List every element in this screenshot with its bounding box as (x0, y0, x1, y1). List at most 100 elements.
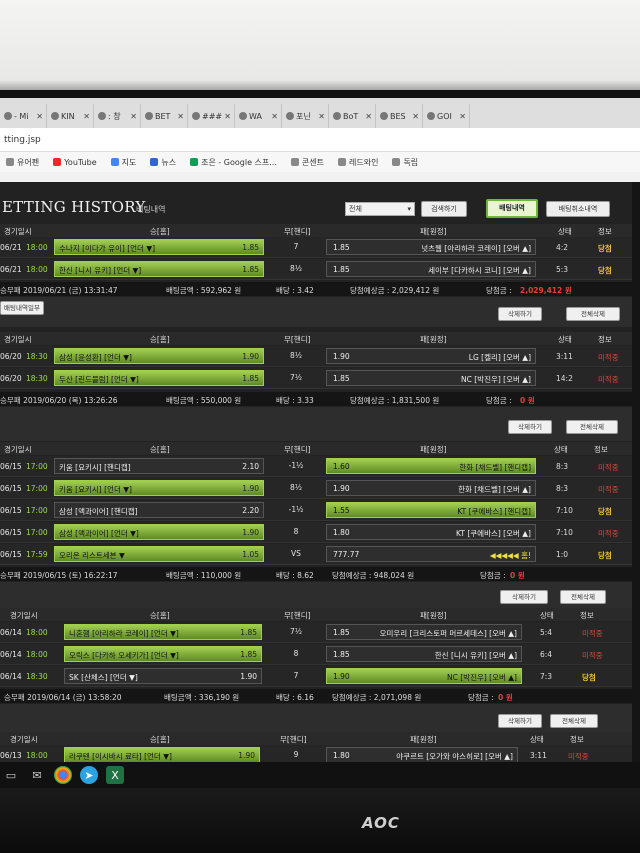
away-pick[interactable]: 1.90 한화 [채드벨] [오버 ▲] (326, 480, 536, 496)
delete-all-button[interactable]: 전체삭제 (566, 307, 620, 321)
bookmark-item[interactable]: 뉴스 (150, 157, 176, 168)
page-title: ETTING HISTORY (2, 198, 146, 216)
home-pick[interactable]: 키움 [요키시] [언더 ▼] 1.90 (54, 480, 264, 496)
away-pick[interactable]: 1.85 세이부 [다카하시 코니] [오버 ▲] (326, 261, 536, 277)
delete-all-button[interactable]: 전체삭제 (566, 420, 618, 434)
delete-button[interactable]: 삭제하기 (498, 307, 542, 321)
handicap-value: -1½ (288, 461, 304, 470)
browser-tab[interactable]: BES ✕ (376, 104, 423, 128)
home-pick[interactable]: SK [산체스] [언더 ▼] 1.90 (64, 668, 262, 684)
browser-tab[interactable]: 포닌 ✕ (282, 104, 329, 128)
status-badge: 당첨 (598, 551, 612, 560)
bookmark-item[interactable]: 독립 (392, 157, 418, 168)
away-pick[interactable]: 1.85 넛츠웹 [아리하라 코레이] [오버 ▲] (326, 239, 536, 255)
status-badge: 미적중 (598, 463, 619, 472)
away-pick[interactable]: 1.80 야쿠르트 [오가와 야스히로] [오버 ▲] (326, 747, 518, 762)
filter-select[interactable]: 전체 (345, 202, 415, 216)
home-pick[interactable]: 니혼햄 [아리하라 코레이] [언더 ▼] 1.85 (64, 624, 262, 640)
bookmark-item[interactable]: 조은 - Google 스프... (190, 157, 277, 168)
away-pick[interactable]: 777.77 ◀◀◀◀◀ 홈! (326, 546, 536, 562)
excel-icon[interactable]: X (106, 766, 124, 784)
away-pick[interactable]: 1.80 KT [쿠에바스] [오버 ▲] (326, 524, 536, 540)
tab-favicon-icon (98, 112, 106, 120)
map-icon (110, 158, 119, 166)
close-tab-icon[interactable]: ✕ (412, 112, 419, 121)
handicap-value: -1½ (288, 505, 304, 514)
search-button[interactable]: 검색하기 (421, 201, 467, 217)
browser-chrome: - Mi ✕ KIN ✕ : 창 ✕ BET ✕ ### ✕ WA ✕ 포닌 ✕ BoT ✕ B… (0, 98, 640, 182)
away-pick[interactable]: 1.90 NC [박진우] [오버 ▲] (326, 668, 522, 684)
bet-summary: 승무패 2019/06/21 (금) 13:31:47 배팅금액 : 592,9… (0, 282, 632, 296)
away-pick[interactable]: 1.85 NC [박진우] [오버 ▲] (326, 370, 536, 386)
table-header: 경기일시 승[홈] 무[핸디] 패[원정] 상태 정보 (0, 332, 632, 345)
telegram-icon[interactable]: ➤ (80, 766, 98, 784)
away-pick[interactable]: 1.85 한신 [니시 유키] [오버 ▲] (326, 646, 522, 662)
browser-tab[interactable]: ### ✕ (188, 104, 235, 128)
browser-tab[interactable]: : 창 ✕ (94, 104, 141, 128)
handicap-value: 8½ (289, 483, 303, 492)
delete-all-button[interactable]: 전체삭제 (560, 590, 606, 604)
section-actions: 삭제하기 전체삭제 (0, 704, 632, 732)
close-tab-icon[interactable]: ✕ (459, 112, 466, 121)
close-tab-icon[interactable]: ✕ (130, 112, 137, 121)
close-tab-icon[interactable]: ✕ (177, 112, 184, 121)
home-pick[interactable]: 오릭스 [다카하 오세키가] [언더 ▼] 1.85 (64, 646, 262, 662)
delete-button[interactable]: 삭제하기 (508, 420, 552, 434)
monitor-brand-logo: AOC (362, 814, 400, 832)
bookmark-item[interactable]: YouTube (53, 158, 97, 167)
home-pick[interactable]: 키움 [요키시] [핸디캡] 2.10 (54, 458, 264, 474)
home-pick[interactable]: 두산 [린드블럼] [언더 ▼] 1.85 (54, 370, 264, 386)
bookmark-item[interactable]: 레드와인 (337, 157, 378, 168)
home-pick[interactable]: 삼성 [맥과이어] [핸디캡] 2.20 (54, 502, 264, 518)
chrome-icon[interactable] (54, 766, 72, 784)
close-tab-icon[interactable]: ✕ (318, 112, 325, 121)
tab-favicon-icon (192, 112, 200, 120)
table-row: 06/15 17:00 삼성 [맥과이어] [핸디캡] 2.20 -1½ 1.55 K… (0, 500, 632, 521)
mail-icon[interactable]: ✉ (28, 766, 46, 784)
section-actions: 배팅내역일부 삭제하기 전체삭제 (0, 297, 632, 327)
status-badge: 당첨 (598, 507, 612, 516)
delete-all-button[interactable]: 전체삭제 (550, 714, 598, 728)
browser-tab[interactable]: - Mi ✕ (0, 104, 47, 128)
home-pick[interactable]: 삼성 [맥과이어] [언더 ▼] 1.90 (54, 524, 264, 540)
home-pick[interactable]: 오리온 리스트세븐 ▼ 1.05 (54, 546, 264, 562)
bet-summary: 승무패 2019/06/14 (금) 13:58:20 배팅금액 : 336,1… (0, 689, 632, 703)
browser-tab[interactable]: BET ✕ (141, 104, 188, 128)
close-tab-icon[interactable]: ✕ (224, 112, 231, 121)
handicap-value: 8 (293, 527, 299, 536)
away-pick[interactable]: 1.55 KT [쿠에바스] [핸디캡] (326, 502, 536, 518)
delete-button[interactable]: 삭제하기 (500, 590, 548, 604)
address-bar[interactable]: tting.jsp (0, 128, 640, 152)
home-pick[interactable]: 삼성 [윤성환] [언더 ▼] 1.90 (54, 348, 264, 364)
home-pick[interactable]: 수나지 [이다가 유이] [언더 ▼] 1.85 (54, 239, 264, 255)
handicap-value: 9 (293, 750, 299, 759)
away-pick[interactable]: 1.85 오미우리 [크리스토퍼 머르세데스] [오버 ▲] (326, 624, 522, 640)
home-pick[interactable]: 한신 [니시 유키] [언더 ▼] 1.85 (54, 261, 264, 277)
tab-favicon-icon (427, 112, 435, 120)
close-tab-icon[interactable]: ✕ (365, 112, 372, 121)
table-header: 경기일시 승[홈] 무[핸디] 패[원정] 상태 정보 (0, 732, 632, 745)
bookmark-item[interactable]: 콘센트 (290, 157, 324, 168)
tab-cancel-history[interactable]: 배팅취소내역 (546, 201, 610, 217)
close-tab-icon[interactable]: ✕ (83, 112, 90, 121)
bet-detail-button[interactable]: 배팅내역일부 (0, 301, 44, 315)
bookmark-item[interactable]: 지도 (110, 157, 136, 168)
folder-icon[interactable]: ▭ (2, 766, 20, 784)
away-pick[interactable]: 1.60 한화 [채드벨] [핸디캡] (326, 458, 536, 474)
status-badge: 당첨 (582, 673, 596, 682)
browser-tab[interactable]: BoT ✕ (329, 104, 376, 128)
browser-tab[interactable]: WA ✕ (235, 104, 282, 128)
browser-tab[interactable]: GOI ✕ (423, 104, 470, 128)
tab-betting-history[interactable]: 배팅내역 (486, 199, 538, 218)
tab-favicon-icon (380, 112, 388, 120)
bookmark-icon (290, 158, 299, 166)
sheets-icon (190, 158, 199, 166)
close-tab-icon[interactable]: ✕ (36, 112, 43, 121)
table-row: 06/14 18:00 오릭스 [다카하 오세키가] [언더 ▼] 1.85 8 1… (0, 644, 632, 665)
close-tab-icon[interactable]: ✕ (271, 112, 278, 121)
bookmark-item[interactable]: 유어펜 (6, 157, 39, 168)
home-pick[interactable]: 라쿠텐 [이시바시 료타] [언더 ▼] 1.90 (64, 747, 260, 762)
browser-tab[interactable]: KIN ✕ (47, 104, 94, 128)
away-pick[interactable]: 1.90 LG [켈리] [오버 ▲] (326, 348, 536, 364)
delete-button[interactable]: 삭제하기 (498, 714, 542, 728)
